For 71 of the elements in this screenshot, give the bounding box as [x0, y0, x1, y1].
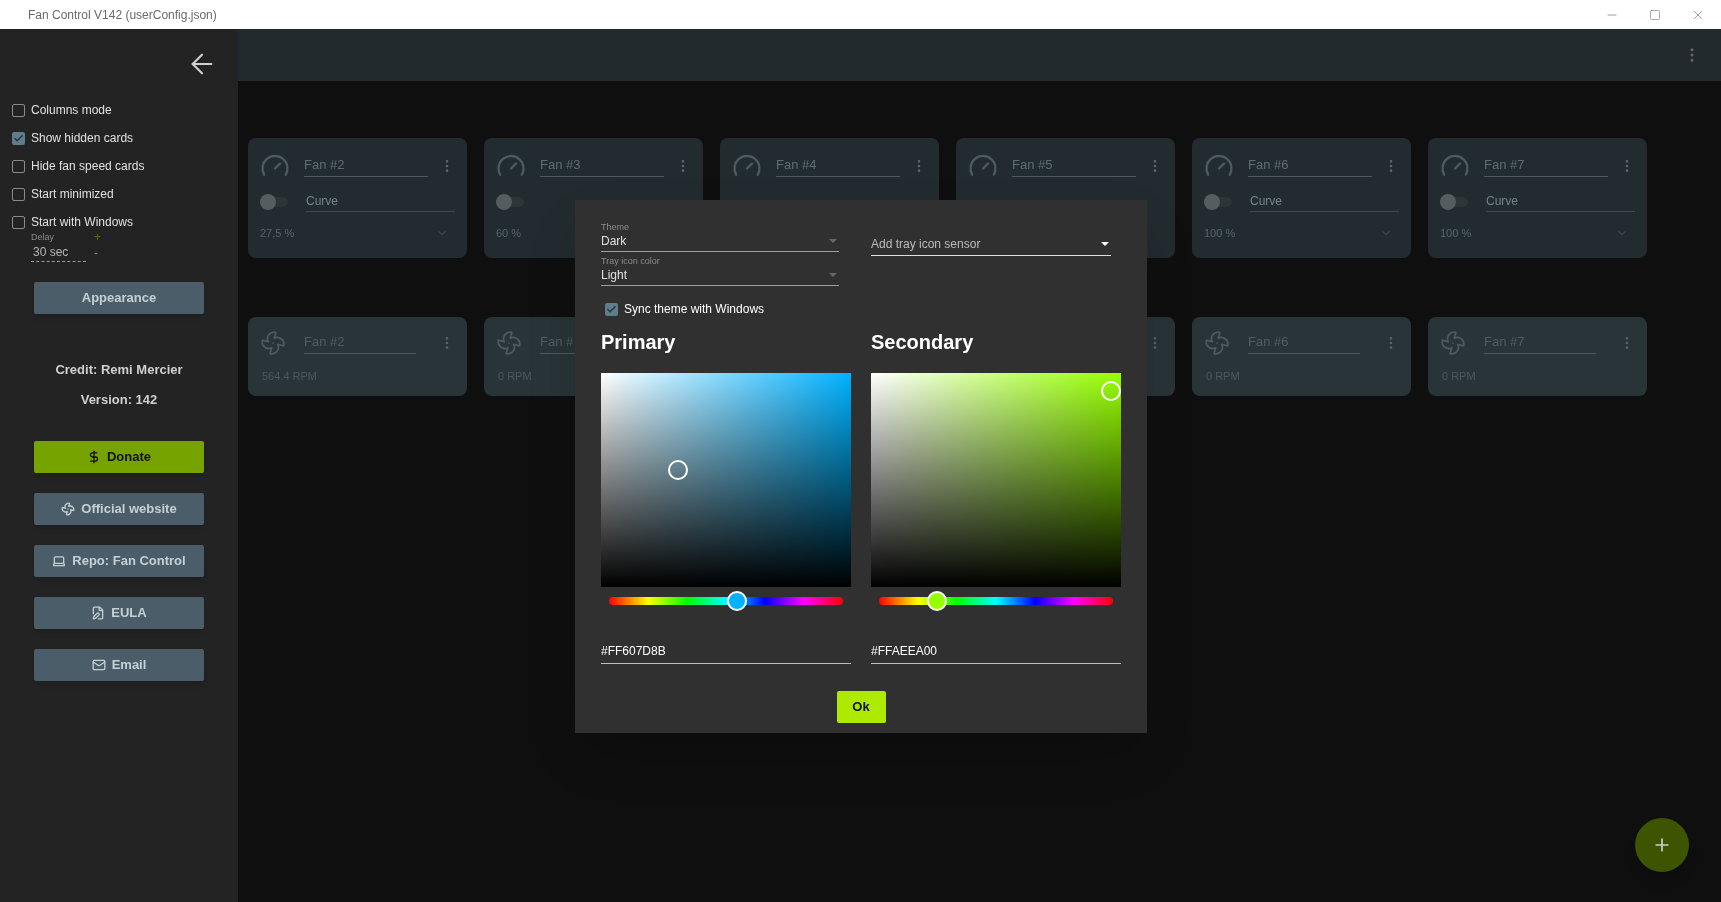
checkbox[interactable]: [12, 104, 25, 117]
option-label: Start with Windows: [31, 215, 134, 230]
dropdown-arrow-icon: [829, 273, 837, 277]
toggle-switch[interactable]: [260, 197, 288, 207]
decrease-button[interactable]: -: [94, 245, 101, 261]
fan-name-field[interactable]: Fan #6: [1248, 154, 1372, 178]
checkbox[interactable]: [12, 216, 25, 229]
hex-field[interactable]: #FFAEEA00: [871, 639, 1121, 664]
delay-label: Delay: [31, 231, 55, 243]
color-square[interactable]: [601, 373, 851, 587]
fan-name-field[interactable]: Fan #7: [1484, 154, 1608, 178]
link-button[interactable]: Email: [34, 649, 204, 681]
color-cursor[interactable]: [668, 460, 689, 481]
checkbox[interactable]: [12, 188, 25, 201]
sync-label: Sync theme with Windows: [624, 301, 765, 318]
option-label: Show hidden cards: [31, 131, 134, 146]
checkbox[interactable]: [605, 302, 618, 316]
fan-name-field[interactable]: Fan #5: [1012, 154, 1136, 178]
maximize-icon[interactable]: [1649, 8, 1661, 21]
fan-name-field[interactable]: Fan #4: [776, 154, 900, 178]
link-button[interactable]: EULA: [34, 597, 204, 629]
slider-thumb[interactable]: [926, 591, 947, 611]
theme-select[interactable]: Theme Dark: [601, 220, 839, 252]
field-value: Light: [601, 267, 629, 283]
document-pen-icon: [91, 606, 106, 620]
curve-field[interactable]: Curve: [1250, 192, 1399, 212]
appearance-button[interactable]: Appearance: [34, 282, 204, 314]
tray-color-select[interactable]: Tray icon color Light: [601, 254, 839, 286]
slider-thumb[interactable]: [727, 591, 748, 611]
color-square[interactable]: [871, 373, 1121, 587]
fan-name-field[interactable]: Fan #2: [304, 154, 428, 178]
mail-icon: [91, 658, 106, 672]
fan-icon: [496, 330, 522, 356]
fan-value: 27,5 %: [260, 226, 295, 241]
increase-button[interactable]: +: [94, 231, 101, 243]
credit-text: Credit: Remi Mercier: [54, 361, 184, 379]
toggle-switch[interactable]: [1204, 197, 1232, 207]
link-button[interactable]: Official website: [34, 493, 204, 525]
option-label: Start minimized: [31, 187, 114, 202]
tray-sensor-select[interactable]: Add tray icon sensor: [871, 232, 1111, 256]
hex-field[interactable]: #FF607D8B: [601, 639, 851, 664]
delay-field[interactable]: 30 sec: [31, 243, 86, 262]
ok-button[interactable]: Ok: [836, 691, 886, 723]
fan-name-field[interactable]: Fan #3: [540, 154, 664, 178]
donate-button[interactable]: Donate: [34, 441, 204, 473]
laptop-icon: [52, 554, 67, 568]
fan-icon: [61, 502, 76, 516]
window-title: Fan Control V142 (userConfig.json): [28, 6, 217, 24]
checkbox[interactable]: [12, 132, 25, 145]
color-cursor[interactable]: [1101, 380, 1121, 401]
picker-title: Primary: [601, 330, 677, 354]
picker-title: Secondary: [871, 330, 975, 354]
option-label: Hide fan speed cards: [31, 159, 145, 174]
dropdown-arrow-icon: [829, 239, 837, 243]
field-label: Tray icon color: [601, 256, 661, 267]
link-button[interactable]: Repo: Fan Control: [34, 545, 204, 577]
curve-field[interactable]: Curve: [1486, 192, 1635, 212]
fan-icon: [1440, 330, 1466, 356]
toggle-switch[interactable]: [496, 197, 524, 207]
toggle-switch[interactable]: [1440, 197, 1468, 207]
option-label: Columns mode: [31, 103, 112, 118]
fan-icon: [1204, 330, 1230, 356]
fan-icon: [260, 330, 286, 356]
field-value: Dark: [601, 233, 628, 249]
sensor-placeholder: Add tray icon sensor: [871, 235, 982, 253]
add-button[interactable]: [1635, 818, 1689, 872]
checkbox[interactable]: [12, 160, 25, 173]
dropdown-arrow-icon: [1101, 241, 1109, 246]
field-label: Theme: [601, 222, 630, 233]
version-text: Version: 142: [79, 390, 159, 409]
curve-field[interactable]: Curve: [306, 192, 455, 212]
